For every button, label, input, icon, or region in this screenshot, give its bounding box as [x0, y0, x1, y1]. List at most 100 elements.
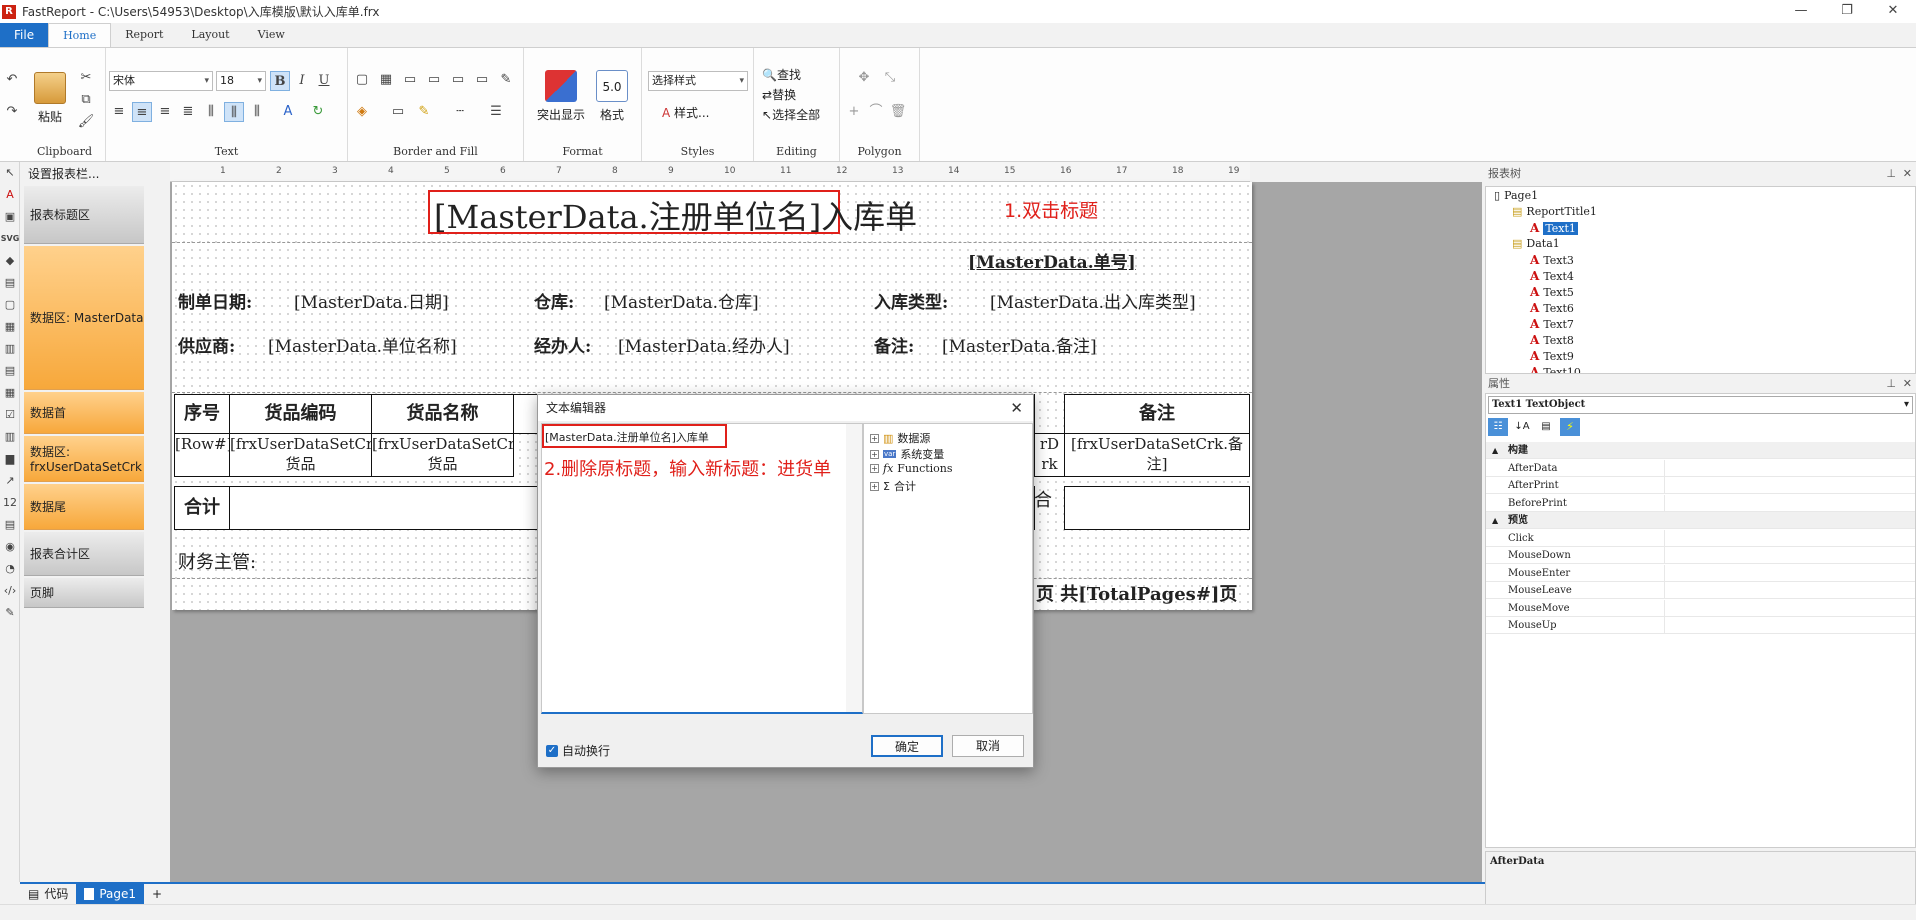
tool-icon[interactable]: ✎ — [0, 602, 20, 624]
pin-icon[interactable]: ⊥ — [1886, 376, 1896, 392]
property-value[interactable] — [1664, 582, 1915, 599]
table-row-cell[interactable]: [frxUserDataSetCrk.货品 — [229, 433, 372, 477]
cut-icon[interactable]: ✂ — [76, 68, 96, 88]
events-icon[interactable]: ⚡ — [1560, 418, 1580, 436]
band-item[interactable]: 报表标题区 — [24, 186, 144, 244]
undo-icon[interactable]: ↶ — [2, 70, 22, 90]
border-left-icon[interactable]: ▭ — [424, 70, 444, 90]
border-bottom-icon[interactable]: ▭ — [472, 70, 492, 90]
style-select-combo[interactable]: 选择样式 — [648, 71, 748, 91]
type-label[interactable]: 入库类型: — [874, 288, 948, 313]
autowrap-checkbox[interactable]: ✓ 自动换行 — [546, 742, 610, 759]
order-no-field[interactable]: [MasterData.单号] — [968, 248, 1136, 273]
table-row-cell[interactable]: [frxUserDataSetCrk.备注] — [1064, 433, 1250, 477]
close-panel-icon[interactable]: ✕ — [1903, 376, 1912, 392]
tool-icon[interactable]: ◆ — [0, 250, 20, 272]
property-row[interactable]: MouseUp — [1486, 617, 1915, 634]
highlight-button[interactable]: 突出显示 — [536, 70, 586, 123]
find-button[interactable]: 🔍查找 — [762, 66, 801, 83]
tab-report[interactable]: Report — [111, 23, 177, 47]
tool-icon[interactable]: ☑ — [0, 404, 20, 426]
property-row[interactable]: BeforePrint — [1486, 494, 1915, 512]
expand-icon[interactable]: + — [870, 464, 879, 473]
border-edit-icon[interactable]: ✎ — [496, 70, 516, 90]
tool-icon[interactable]: A — [0, 184, 20, 206]
tree-node[interactable]: A Text9 — [1530, 349, 1574, 363]
format-painter-icon[interactable]: 🖌 — [76, 112, 96, 132]
close-window-button[interactable]: ✕ — [1870, 0, 1916, 23]
tool-icon[interactable]: ◉ — [0, 536, 20, 558]
tree-item-sysvars[interactable]: + var 系统变量 — [870, 446, 944, 462]
tree-node[interactable]: A Text1 — [1530, 221, 1578, 235]
tree-node[interactable]: ▤ ReportTitle1 — [1512, 205, 1597, 218]
collapse-icon[interactable]: ▲ — [1492, 512, 1498, 529]
table-row-cell[interactable]: [frxUserDataSetCrk.货品 — [371, 433, 514, 477]
property-value[interactable] — [1664, 477, 1915, 494]
valign-center-icon[interactable]: ⫼ — [224, 102, 244, 122]
categorized-icon[interactable]: ☷ — [1488, 418, 1508, 436]
table-header-cell[interactable]: 货品名称 — [371, 394, 514, 434]
editor-content[interactable]: [MasterData.注册单位名]入库单 — [545, 429, 709, 445]
expand-icon[interactable]: + — [870, 449, 879, 459]
tree-node[interactable]: A Text6 — [1530, 301, 1574, 315]
property-pages-icon[interactable]: ▤ — [1536, 418, 1556, 436]
date-field[interactable]: [MasterData.日期] — [294, 288, 449, 313]
band-setup-header[interactable]: 设置报表栏... — [20, 162, 170, 186]
text-editor-area[interactable]: [MasterData.注册单位名]入库单 2.删除原标题，输入新标题：进货单 — [541, 423, 863, 714]
paste-button[interactable]: 粘贴 — [32, 72, 68, 125]
tab-file[interactable]: File — [0, 23, 49, 47]
property-row[interactable]: MouseDown — [1486, 547, 1915, 564]
font-color-icon[interactable]: A — [278, 102, 298, 122]
editor-scrollbar[interactable] — [846, 424, 862, 712]
tree-node[interactable]: A Text7 — [1530, 317, 1574, 331]
tree-item-datasource[interactable]: + ▥ 数据源 — [870, 430, 930, 446]
cancel-button[interactable]: 取消 — [952, 735, 1024, 757]
property-row[interactable]: Click — [1486, 529, 1915, 547]
ok-button[interactable]: 确定 — [871, 735, 943, 757]
total-remark-cell[interactable] — [1064, 486, 1250, 530]
band-item[interactable]: 数据首 — [24, 392, 144, 434]
fill-icon[interactable]: ▭ — [388, 102, 408, 122]
tool-icon[interactable]: ◔ — [0, 558, 20, 580]
select-all-button[interactable]: ↖选择全部 — [762, 106, 820, 123]
property-value[interactable] — [1664, 547, 1915, 564]
tab-code[interactable]: ▤ 代码 — [20, 884, 76, 904]
tool-icon[interactable]: ▣ — [0, 206, 20, 228]
border-right-icon[interactable]: ▭ — [448, 70, 468, 90]
valign-bottom-icon[interactable]: ⫼ — [247, 102, 267, 122]
format-button[interactable]: 5.0 格式 — [592, 70, 632, 123]
remark-label[interactable]: 备注: — [874, 332, 914, 357]
polygon-delete-icon[interactable]: 🗑 — [888, 102, 908, 122]
justify-icon[interactable]: ≣ — [178, 102, 198, 122]
total-label-cell[interactable]: 合计 — [174, 486, 230, 530]
tool-icon[interactable]: ↖ — [0, 162, 20, 184]
line-width-icon[interactable]: ☰ — [486, 102, 506, 122]
warehouse-field[interactable]: [MasterData.仓库] — [604, 288, 759, 313]
tool-icon[interactable]: ▢ — [0, 294, 20, 316]
tree-node[interactable]: ▤ Data1 — [1512, 237, 1560, 250]
minimize-button[interactable]: — — [1778, 0, 1824, 23]
tool-icon[interactable]: ▥ — [0, 426, 20, 448]
tool-icon[interactable]: ▤ — [0, 272, 20, 294]
tree-node[interactable]: ▯ Page1 — [1494, 189, 1538, 202]
property-value[interactable] — [1664, 459, 1915, 477]
property-row[interactable]: AfterData — [1486, 459, 1915, 477]
property-row[interactable]: MouseLeave — [1486, 582, 1915, 599]
tree-node[interactable]: A Text8 — [1530, 333, 1574, 347]
tool-icon[interactable]: ▦ — [0, 382, 20, 404]
line-style-icon[interactable]: ┄ — [450, 102, 470, 122]
collapse-icon[interactable]: ▲ — [1492, 442, 1498, 459]
maximize-button[interactable]: ❐ — [1824, 0, 1870, 23]
warehouse-label[interactable]: 仓库: — [534, 288, 574, 313]
tab-page1[interactable]: Page1 — [76, 884, 145, 904]
italic-button[interactable]: I — [292, 71, 312, 91]
property-row[interactable]: MouseEnter — [1486, 564, 1915, 582]
sort-alpha-icon[interactable]: ↓A — [1512, 418, 1532, 436]
tool-icon[interactable]: ▤ — [0, 360, 20, 382]
object-selector-combo[interactable]: Text1 TextObject ▾ — [1488, 396, 1913, 414]
close-panel-icon[interactable]: ✕ — [1903, 166, 1912, 182]
polygon-move-icon[interactable]: ✥ — [854, 68, 874, 88]
tree-item-functions[interactable]: + fx Functions — [870, 462, 953, 475]
polygon-add-icon[interactable]: + — [844, 102, 864, 122]
remark-field[interactable]: [MasterData.备注] — [942, 332, 1097, 357]
